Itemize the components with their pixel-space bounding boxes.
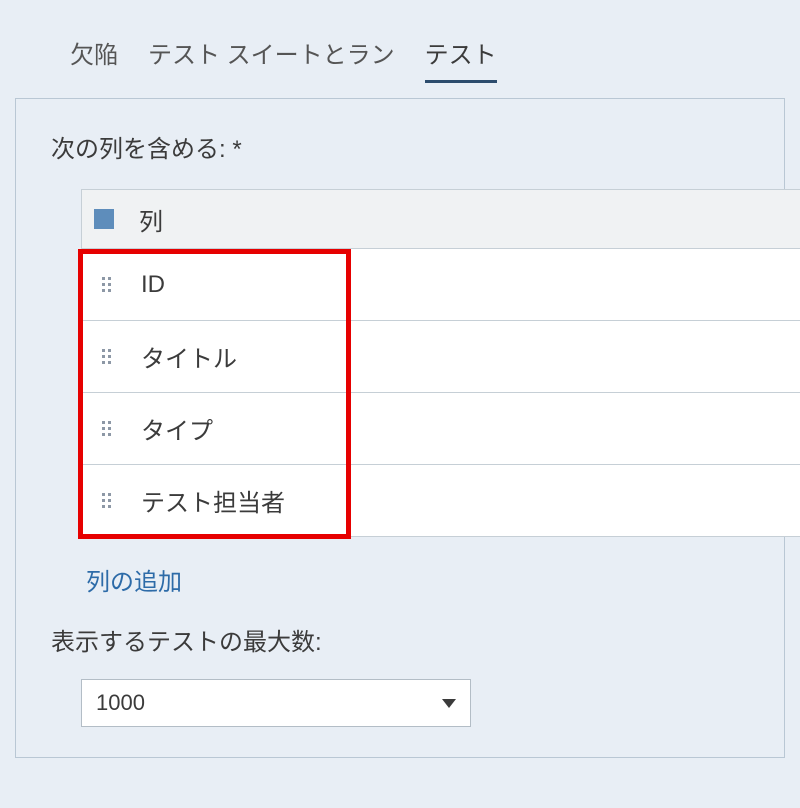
drag-handle-icon[interactable] (102, 421, 111, 436)
column-row[interactable]: テスト担当者 (81, 465, 800, 537)
column-name-label: タイプ (141, 411, 213, 446)
column-row[interactable]: タイプ (81, 393, 800, 465)
column-row[interactable]: タイトル (81, 321, 800, 393)
max-tests-select[interactable]: 1000 (81, 679, 471, 727)
drag-handle-icon[interactable] (102, 277, 111, 292)
columns-header-label: 列 (139, 202, 163, 237)
columns-header-row: 列 (81, 189, 800, 249)
tab-bar: 欠陥 テスト スイートとラン テスト (0, 0, 800, 83)
chevron-down-icon (442, 699, 456, 708)
column-header-icon (94, 209, 114, 229)
drag-handle-icon[interactable] (102, 349, 111, 364)
column-row[interactable]: ID (81, 249, 800, 321)
max-tests-label: 表示するテストの最大数: (51, 622, 749, 657)
column-name-label: テスト担当者 (141, 483, 285, 518)
tab-defects[interactable]: 欠陥 (70, 25, 118, 80)
tests-panel: 次の列を含める: * 列 ID タイトル タイプ (15, 98, 785, 758)
add-column-link[interactable]: 列の追加 (86, 562, 749, 597)
include-columns-label: 次の列を含める: * (51, 129, 749, 164)
tab-suites-runs[interactable]: テスト スイートとラン (148, 25, 395, 80)
column-name-label: タイトル (141, 339, 237, 374)
column-name-label: ID (141, 271, 165, 299)
tab-tests[interactable]: テスト (425, 25, 497, 83)
columns-table: 列 ID タイトル タイプ テスト担当者 (81, 189, 800, 537)
max-tests-value: 1000 (96, 690, 145, 716)
drag-handle-icon[interactable] (102, 493, 111, 508)
